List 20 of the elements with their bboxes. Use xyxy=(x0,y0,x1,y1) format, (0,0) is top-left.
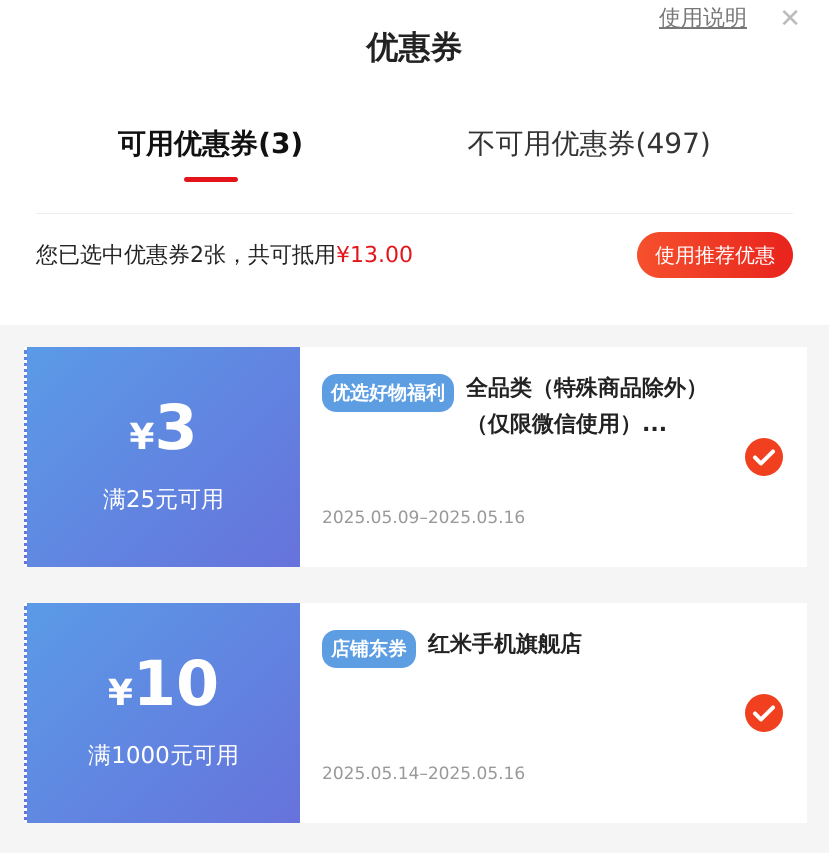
coupon-tag: 店铺东券 xyxy=(322,630,416,668)
currency-sign: ¥ xyxy=(108,672,133,716)
usage-condition: 满1000元可用 xyxy=(88,742,239,771)
checkmark-icon[interactable] xyxy=(745,694,783,732)
selection-summary: 您已选中优惠券2张，共可抵用¥13.00 xyxy=(36,242,413,270)
help-link[interactable]: 使用说明 xyxy=(659,2,747,35)
tab[interactable]: 可用优惠券(3) xyxy=(118,122,304,182)
tab[interactable]: 不可用优惠券(497) xyxy=(468,122,711,182)
coupon-title: 红米手机旗舰店 xyxy=(428,630,582,659)
page-title: 优惠券 xyxy=(366,27,462,68)
validity-period: 2025.05.09–2025.05.16 xyxy=(322,506,526,530)
coupon-amount: 3 xyxy=(154,396,198,459)
coupon-amount: 10 xyxy=(132,652,220,715)
currency-sign: ¥ xyxy=(129,416,154,460)
validity-period: 2025.05.14–2025.05.16 xyxy=(322,762,526,786)
recommend-button[interactable]: 使用推荐优惠 xyxy=(637,232,793,278)
coupon-title: 全品类（特殊商品除外）（仅限微信使用）... xyxy=(466,375,709,439)
checkmark-icon[interactable] xyxy=(745,438,783,476)
coupon-tag: 优选好物福利 xyxy=(322,374,454,412)
usage-condition: 满25元可用 xyxy=(102,486,224,515)
